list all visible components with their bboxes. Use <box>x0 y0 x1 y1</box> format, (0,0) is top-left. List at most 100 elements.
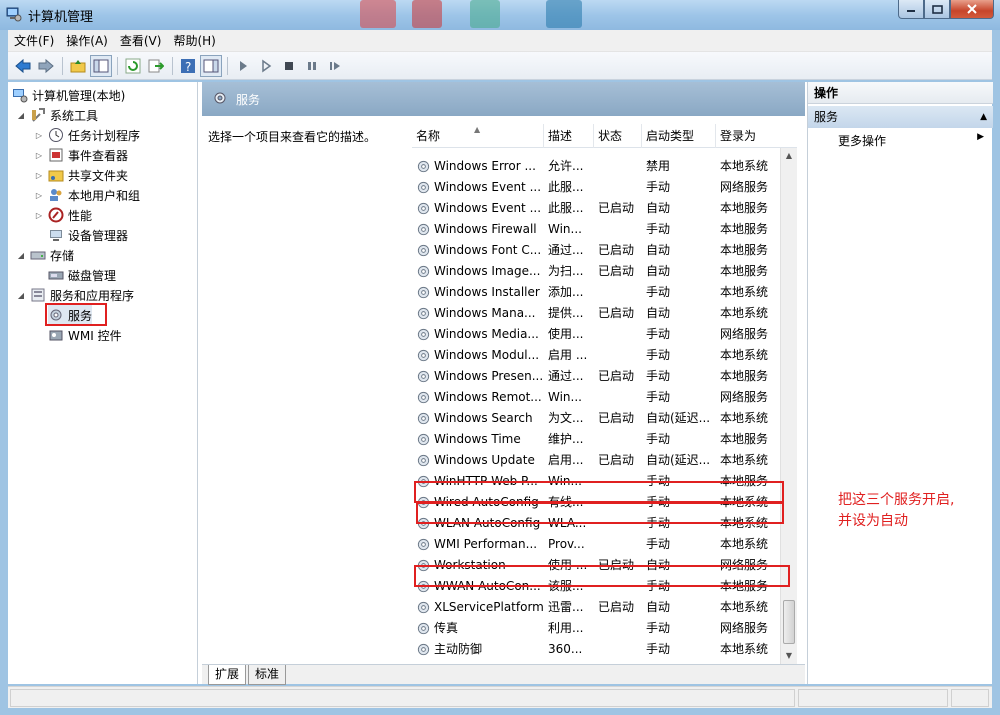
column-header-status[interactable]: 状态 <box>594 124 642 148</box>
service-row[interactable]: Windows Event ... 此服... 已启动 自动 本地服务 <box>412 198 787 219</box>
stop-service-button[interactable] <box>278 55 300 77</box>
service-row[interactable]: 主动防御 360... 手动 本地系统 <box>412 639 787 660</box>
service-gear-icon <box>417 202 430 215</box>
minimize-button[interactable] <box>898 0 924 19</box>
actions-section-services[interactable]: 服务 ▲ <box>808 106 993 128</box>
column-header-startup-type[interactable]: 启动类型 <box>642 124 716 148</box>
service-name-cell: Windows Error ... <box>434 159 536 173</box>
performance-icon <box>48 207 64 223</box>
maximize-button[interactable] <box>924 0 950 19</box>
menu-help[interactable]: 帮助(H) <box>167 32 221 49</box>
tree-event-viewer[interactable]: ▷ 事件查看器 <box>34 145 128 165</box>
column-header-name[interactable]: 名称 ▲ <box>412 124 544 148</box>
service-name-cell: Windows Image... <box>434 264 541 278</box>
forward-button[interactable] <box>35 55 57 77</box>
tree-label: 本地用户和组 <box>68 188 141 203</box>
background-p-app-icon <box>546 0 582 28</box>
clock-icon <box>49 128 63 142</box>
tree-wmi-control[interactable]: WMI 控件 <box>48 325 122 345</box>
tree-disk-management[interactable]: 磁盘管理 <box>48 265 116 285</box>
service-name-cell: 主动防御 <box>434 642 483 656</box>
pause-service-button[interactable] <box>301 55 323 77</box>
more-actions-link[interactable]: 更多操作 <box>838 132 886 149</box>
start-service-alt-button[interactable] <box>255 55 277 77</box>
expand-icon[interactable]: ▷ <box>34 211 44 220</box>
up-level-button[interactable] <box>67 55 89 77</box>
export-list-button[interactable] <box>145 55 167 77</box>
menu-action[interactable]: 操作(A) <box>60 32 114 49</box>
back-button[interactable] <box>12 55 34 77</box>
start-service-button[interactable] <box>232 55 254 77</box>
service-row[interactable]: WMI Performan... Prov... 手动 本地系统 <box>412 534 787 555</box>
tree-shared-folders[interactable]: ▷ 共享文件夹 <box>34 165 128 185</box>
service-startup-cell: 手动 <box>646 180 671 194</box>
scroll-thumb[interactable] <box>783 600 795 644</box>
close-button[interactable] <box>950 0 994 19</box>
service-row[interactable]: 传真 利用... 手动 网络服务 <box>412 618 787 639</box>
menu-view[interactable]: 查看(V) <box>114 32 168 49</box>
submenu-arrow-icon: ▶ <box>977 132 984 142</box>
help-button[interactable]: ? <box>177 55 199 77</box>
column-header-desc[interactable]: 描述 <box>544 124 594 148</box>
tree-device-manager[interactable]: 设备管理器 <box>48 225 128 245</box>
service-name-cell: Windows Remot... <box>434 390 542 404</box>
tree-performance[interactable]: ▷ 性能 <box>34 205 92 225</box>
service-gear-icon <box>417 601 430 614</box>
expand-icon[interactable]: ▷ <box>34 191 44 200</box>
tree-system-tools[interactable]: ◢ 系统工具 <box>16 105 98 125</box>
tree-label: 系统工具 <box>50 108 99 123</box>
tree-label: 事件查看器 <box>68 148 129 163</box>
tree-root[interactable]: 计算机管理(本地) <box>12 85 125 105</box>
tab-standard[interactable]: 标准 <box>248 665 287 685</box>
service-row[interactable]: XLServicePlatform 迅雷... 已启动 自动 本地系统 <box>412 597 787 618</box>
service-desc-cell: 此服... <box>548 180 584 194</box>
tree-task-scheduler[interactable]: ▷ 任务计划程序 <box>34 125 140 145</box>
menu-file[interactable]: 文件(F) <box>8 32 60 49</box>
tree-label: 磁盘管理 <box>68 268 117 283</box>
scroll-down-icon[interactable]: ▼ <box>781 648 797 664</box>
service-row[interactable]: Windows Time 维护... 手动 本地服务 <box>412 429 787 450</box>
service-gear-icon <box>417 538 430 551</box>
service-logon-cell: 本地服务 <box>720 201 769 215</box>
service-gear-icon <box>417 307 430 320</box>
service-row[interactable]: Windows Remot... Win... 手动 网络服务 <box>412 387 787 408</box>
service-row[interactable]: Windows Image... 为扫... 已启动 自动 本地服务 <box>412 261 787 282</box>
service-row[interactable]: Windows Mana... 提供... 已启动 自动 本地系统 <box>412 303 787 324</box>
column-header-logon[interactable]: 登录为 <box>716 124 786 148</box>
tree-local-users[interactable]: ▷ 本地用户和组 <box>34 185 140 205</box>
service-row[interactable]: Windows Event ... 此服... 手动 网络服务 <box>412 177 787 198</box>
show-hide-action-pane-button[interactable] <box>200 54 222 77</box>
service-row[interactable]: Windows Installer 添加... 手动 本地系统 <box>412 282 787 303</box>
service-row[interactable]: Windows Firewall Win... 手动 本地服务 <box>412 219 787 240</box>
service-row[interactable]: Windows Font C... 通过... 已启动 自动 本地服务 <box>412 240 787 261</box>
expand-icon[interactable]: ▷ <box>34 131 44 140</box>
service-desc-cell: Prov... <box>548 537 585 551</box>
tree-storage[interactable]: ◢ 存储 <box>16 245 74 265</box>
collapse-icon[interactable]: ◢ <box>16 251 26 260</box>
service-row[interactable]: Windows Update 启用... 已启动 自动(延迟... 本地系统 <box>412 450 787 471</box>
refresh-button[interactable] <box>122 55 144 77</box>
service-desc-cell: 为扫... <box>548 264 584 278</box>
service-row[interactable]: Windows Error ... 允许... 禁用 本地系统 <box>412 156 787 177</box>
expand-icon[interactable]: ▷ <box>34 151 44 160</box>
collapse-icon[interactable]: ◢ <box>16 291 26 300</box>
show-hide-console-tree-button[interactable] <box>90 54 112 77</box>
tree-services-and-apps[interactable]: ◢ 服务和应用程序 <box>16 285 134 305</box>
service-gear-icon <box>417 244 430 257</box>
service-row[interactable]: Windows Presen... 通过... 已启动 手动 本地服务 <box>412 366 787 387</box>
computer-management-icon <box>13 89 28 103</box>
service-row[interactable]: Windows Search 为文... 已启动 自动(延迟... 本地系统 <box>412 408 787 429</box>
restart-service-button[interactable] <box>324 55 346 77</box>
window-title: 计算机管理 <box>28 10 94 25</box>
service-row[interactable]: Windows Media... 使用... 手动 网络服务 <box>412 324 787 345</box>
collapse-icon[interactable]: ◢ <box>16 111 26 120</box>
tab-extended[interactable]: 扩展 <box>208 665 247 685</box>
expand-icon[interactable]: ▷ <box>34 171 44 180</box>
scroll-up-icon[interactable]: ▲ <box>781 148 797 164</box>
minimize-icon <box>907 10 915 12</box>
service-name-cell: WMI Performan... <box>434 537 538 551</box>
service-logon-cell: 本地系统 <box>720 537 769 551</box>
service-desc-cell: 此服... <box>548 201 584 215</box>
service-row[interactable]: Windows Modul... 启用 ... 手动 本地系统 <box>412 345 787 366</box>
service-gear-icon <box>417 391 430 404</box>
